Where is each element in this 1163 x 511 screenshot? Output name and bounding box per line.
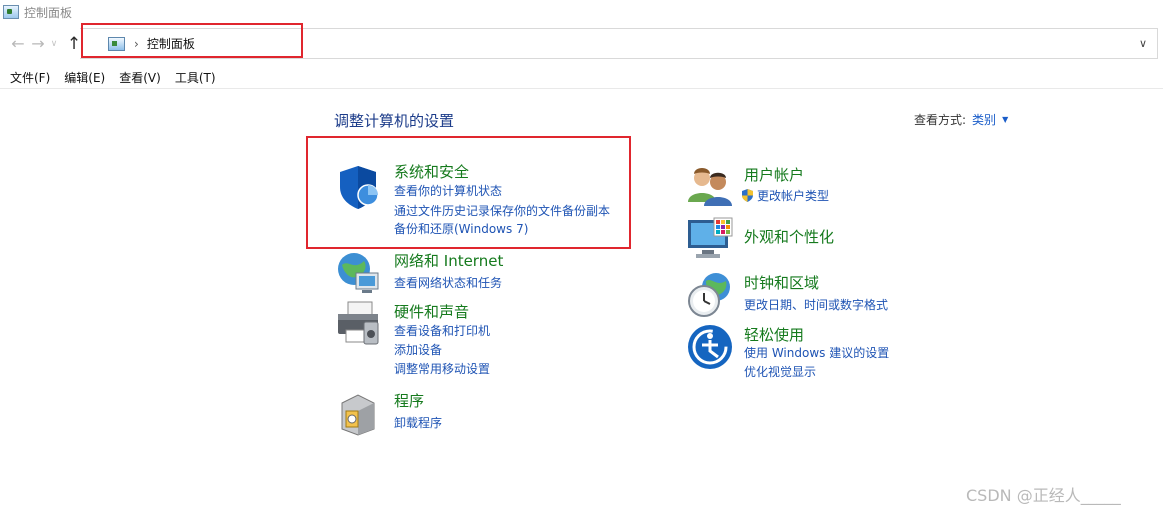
network-internet-title[interactable]: 网络和 Internet: [394, 250, 503, 271]
view-by-label: 查看方式:: [914, 113, 967, 127]
category-hardware-sound: 硬件和声音 查看设备和打印机 添加设备 调整常用移动设置: [334, 300, 624, 380]
programs-box-icon[interactable]: [334, 389, 382, 437]
view-devices-printers-link[interactable]: 查看设备和打印机: [394, 322, 490, 339]
category-system-security: 系统和安全 查看你的计算机状态 通过文件历史记录保存你的文件备份副本 备份和还原…: [334, 160, 624, 240]
clock-globe-icon[interactable]: [686, 271, 734, 319]
appearance-monitor-icon[interactable]: [686, 216, 734, 264]
view-by-value[interactable]: 类别: [972, 111, 996, 128]
optimize-visual-display-link[interactable]: 优化视觉显示: [744, 363, 816, 380]
window-title: 控制面板: [24, 5, 73, 20]
menu-tools[interactable]: 工具(T): [169, 69, 222, 86]
menu-edit[interactable]: 编辑(E): [58, 69, 111, 86]
ease-of-access-icon[interactable]: [686, 323, 734, 371]
csdn-watermark: CSDN @正经人_____: [966, 486, 1121, 505]
page-heading: 调整计算机的设置: [334, 112, 455, 130]
backup-restore-link[interactable]: 备份和还原(Windows 7): [394, 220, 528, 237]
ease-of-access-title[interactable]: 轻松使用: [744, 324, 804, 345]
category-clock-region: 时钟和区域 更改日期、时间或数字格式: [686, 271, 986, 319]
control-panel-app-icon: [3, 5, 19, 19]
user-accounts-title[interactable]: 用户帐户: [744, 164, 804, 185]
adjust-mobility-settings-link[interactable]: 调整常用移动设置: [394, 360, 490, 377]
view-by-dropdown-icon[interactable]: ▼: [1002, 115, 1008, 124]
printer-icon[interactable]: [334, 300, 382, 348]
add-device-link[interactable]: 添加设备: [394, 341, 442, 358]
category-appearance: 外观和个性化: [686, 216, 986, 264]
category-user-accounts: 用户帐户 更改帐户类型: [686, 162, 986, 210]
network-globe-icon[interactable]: [334, 249, 382, 297]
address-history-chevron-icon[interactable]: ∨: [1139, 37, 1147, 50]
system-security-title[interactable]: 系统和安全: [394, 161, 469, 182]
category-ease-of-access: 轻松使用 使用 Windows 建议的设置 优化视觉显示: [686, 323, 986, 383]
view-network-status-link[interactable]: 查看网络状态和任务: [394, 274, 502, 291]
clock-region-title[interactable]: 时钟和区域: [744, 272, 819, 293]
breadcrumb-separator[interactable]: ›: [134, 37, 139, 51]
uninstall-program-link[interactable]: 卸载程序: [394, 414, 442, 431]
breadcrumb-control-panel[interactable]: 控制面板: [147, 35, 195, 52]
menu-view[interactable]: 查看(V): [113, 69, 167, 86]
navigation-bar: ← → ∨ ↑ › 控制面板 ∨: [0, 28, 1163, 59]
use-windows-recommended-settings-link[interactable]: 使用 Windows 建议的设置: [744, 344, 889, 361]
menu-file[interactable]: 文件(F): [0, 69, 56, 86]
uac-shield-icon: [742, 189, 753, 202]
menu-divider: [0, 88, 1163, 89]
category-programs: 程序 卸载程序: [334, 389, 624, 437]
category-network-internet: 网络和 Internet 查看网络状态和任务: [334, 249, 624, 297]
menu-bar: 文件(F) 编辑(E) 查看(V) 工具(T): [0, 66, 224, 88]
view-computer-status-link[interactable]: 查看你的计算机状态: [394, 182, 502, 199]
programs-title[interactable]: 程序: [394, 390, 424, 411]
back-arrow-icon[interactable]: ←: [8, 34, 28, 54]
file-history-backup-link[interactable]: 通过文件历史记录保存你的文件备份副本: [394, 202, 610, 219]
view-by-control: 查看方式: 类别 ▼: [914, 111, 1008, 128]
control-panel-location-icon: [108, 36, 125, 51]
user-accounts-icon[interactable]: [686, 162, 734, 210]
security-shield-icon[interactable]: [334, 163, 382, 211]
address-bar[interactable]: › 控制面板 ∨: [80, 28, 1158, 59]
hardware-sound-title[interactable]: 硬件和声音: [394, 301, 469, 322]
appearance-title[interactable]: 外观和个性化: [744, 226, 834, 247]
recent-locations-chevron-icon[interactable]: ∨: [48, 34, 60, 54]
forward-arrow-icon[interactable]: →: [28, 34, 48, 54]
title-bar: 控制面板: [0, 0, 1163, 24]
change-account-type-link[interactable]: 更改帐户类型: [742, 187, 829, 204]
change-account-type-label: 更改帐户类型: [757, 189, 830, 203]
change-date-time-format-link[interactable]: 更改日期、时间或数字格式: [744, 296, 888, 313]
